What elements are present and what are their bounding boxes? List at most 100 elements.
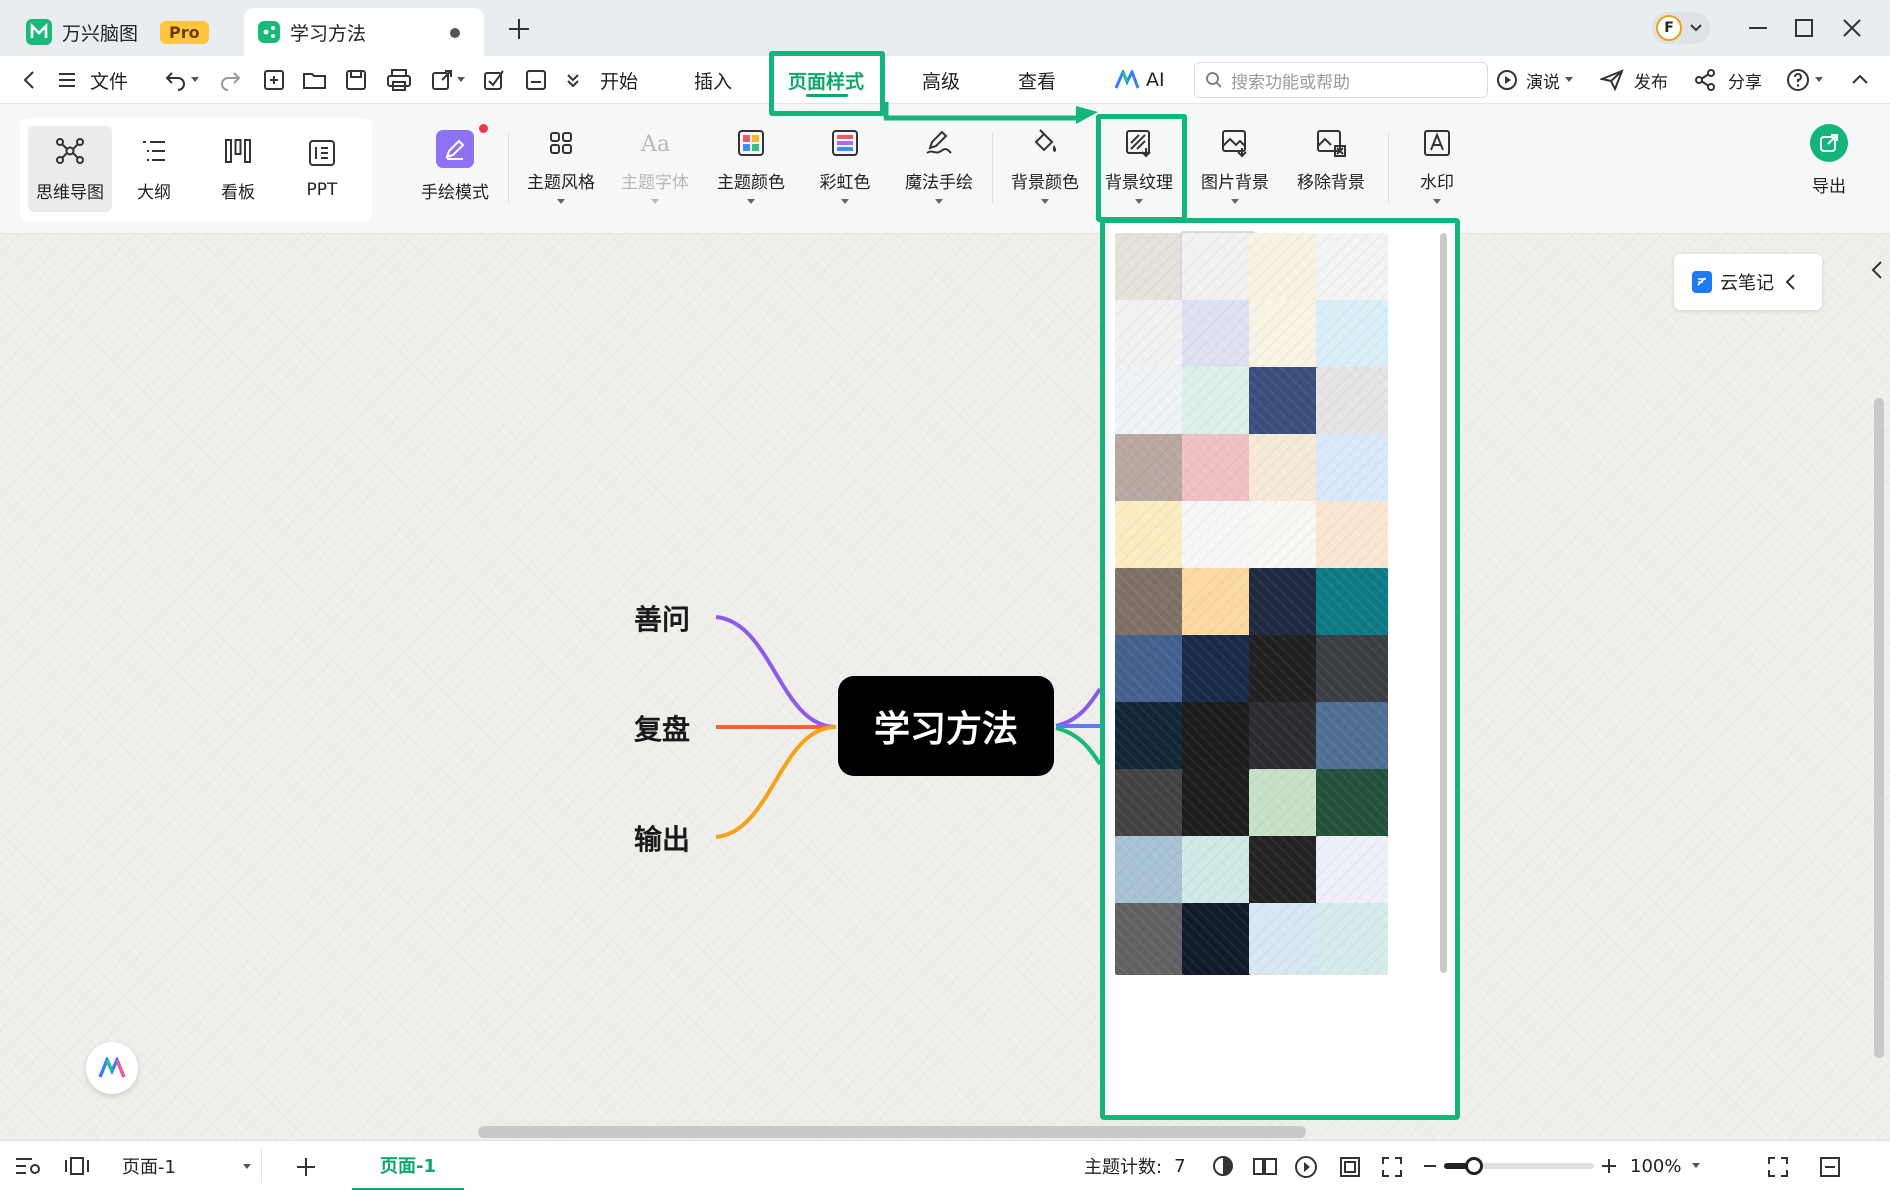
menu-start[interactable]: 开始 xyxy=(600,56,638,104)
help-button[interactable] xyxy=(1786,56,1824,104)
texture-swatch[interactable] xyxy=(1182,903,1254,975)
export-button[interactable]: 导出 xyxy=(1784,124,1874,197)
menu-insert[interactable]: 插入 xyxy=(694,56,732,104)
texture-swatch[interactable] xyxy=(1316,501,1388,573)
zoom-slider-handle[interactable] xyxy=(1465,1157,1483,1175)
texture-swatch[interactable] xyxy=(1115,635,1187,707)
task-icon[interactable] xyxy=(482,68,506,92)
texture-swatch[interactable] xyxy=(1316,568,1388,640)
texture-swatch[interactable] xyxy=(1316,300,1388,372)
page-panel-icon[interactable] xyxy=(64,1155,90,1177)
texture-swatch[interactable] xyxy=(1316,903,1388,975)
theme-font-button[interactable]: Aa 主题字体 xyxy=(610,128,700,204)
image-background-button[interactable]: 图片背景 xyxy=(1190,128,1280,204)
zoom-in-icon[interactable] xyxy=(1600,1157,1618,1175)
texture-swatch[interactable] xyxy=(1249,635,1321,707)
publish-button[interactable]: 发布 xyxy=(1600,56,1668,104)
texture-swatch[interactable] xyxy=(1182,434,1254,506)
fit-page-icon[interactable] xyxy=(1338,1155,1362,1179)
view-outline-button[interactable]: 大纲 xyxy=(112,126,196,212)
unsaved-dot-icon[interactable] xyxy=(450,28,460,38)
texture-swatch[interactable] xyxy=(1316,434,1388,506)
texture-swatch[interactable] xyxy=(1316,702,1388,774)
texture-swatch[interactable] xyxy=(1249,836,1321,908)
theme-icon[interactable] xyxy=(1212,1155,1234,1177)
side-panel-toggle[interactable] xyxy=(1864,240,1890,300)
texture-swatch[interactable] xyxy=(1182,702,1254,774)
vertical-scrollbar[interactable] xyxy=(1874,398,1884,1058)
theme-color-button[interactable]: 主题颜色 xyxy=(706,128,796,204)
texture-swatch[interactable] xyxy=(1115,769,1187,841)
texture-swatch[interactable] xyxy=(1115,367,1187,439)
remove-background-button[interactable]: 移除背景 xyxy=(1286,128,1376,193)
texture-swatch[interactable] xyxy=(1249,434,1321,506)
texture-swatch[interactable] xyxy=(1115,434,1187,506)
slideshow-icon[interactable] xyxy=(1294,1155,1318,1179)
branch-topic[interactable]: 复盘 xyxy=(634,708,690,748)
save-as-icon[interactable] xyxy=(524,68,548,92)
handdraw-mode-button[interactable]: 手绘模式 xyxy=(410,124,500,203)
rainbow-color-button[interactable]: 彩虹色 xyxy=(800,128,890,204)
account-button[interactable]: F xyxy=(1652,12,1710,44)
watermark-button[interactable]: 水印 xyxy=(1392,128,1482,204)
zoom-out-icon[interactable] xyxy=(1422,1161,1438,1171)
ai-assistant-button[interactable] xyxy=(86,1042,138,1094)
popup-scrollbar[interactable] xyxy=(1440,233,1447,973)
texture-swatch[interactable] xyxy=(1182,635,1254,707)
texture-swatch[interactable] xyxy=(1249,568,1321,640)
texture-swatch[interactable] xyxy=(1115,568,1187,640)
export-dropdown-icon[interactable] xyxy=(456,76,466,84)
fullscreen-icon[interactable] xyxy=(1766,1155,1790,1179)
open-folder-icon[interactable] xyxy=(302,68,328,92)
outline-panel-icon[interactable] xyxy=(14,1155,42,1177)
new-tab-icon[interactable] xyxy=(504,14,534,44)
add-page-icon[interactable] xyxy=(294,1155,318,1179)
collapse-ribbon-icon[interactable] xyxy=(1850,70,1870,90)
maximize-icon[interactable] xyxy=(1792,16,1816,40)
texture-swatch[interactable] xyxy=(1182,501,1254,573)
new-file-icon[interactable] xyxy=(262,68,286,92)
magic-draw-button[interactable]: 魔法手绘 xyxy=(894,128,984,204)
texture-swatch[interactable] xyxy=(1249,769,1321,841)
texture-swatch[interactable] xyxy=(1249,702,1321,774)
texture-swatch[interactable] xyxy=(1249,903,1321,975)
fit-screen-icon[interactable] xyxy=(1380,1155,1404,1179)
hamburger-icon[interactable] xyxy=(56,69,78,91)
texture-swatch[interactable] xyxy=(1316,836,1388,908)
present-button[interactable]: 演说 xyxy=(1496,56,1574,104)
texture-swatch[interactable] xyxy=(1316,635,1388,707)
close-icon[interactable] xyxy=(1840,16,1864,40)
texture-swatch[interactable] xyxy=(1182,568,1254,640)
texture-swatch[interactable] xyxy=(1182,769,1254,841)
theme-style-button[interactable]: 主题风格 xyxy=(516,128,606,204)
share-button[interactable]: 分享 xyxy=(1694,56,1762,104)
texture-swatch[interactable] xyxy=(1115,300,1187,372)
root-topic[interactable]: 学习方法 xyxy=(838,676,1054,776)
menu-ai[interactable]: AI xyxy=(1114,56,1165,104)
branch-topic[interactable]: 善问 xyxy=(634,598,690,638)
texture-swatch[interactable] xyxy=(1316,367,1388,439)
book-icon[interactable] xyxy=(1252,1155,1278,1177)
horizontal-scrollbar[interactable] xyxy=(478,1126,1306,1138)
texture-swatch[interactable] xyxy=(1182,367,1254,439)
redo-icon[interactable] xyxy=(218,69,242,91)
cloud-note-button[interactable]: 云笔记 xyxy=(1674,254,1822,310)
tab-document[interactable]: 学习方法 xyxy=(244,8,484,56)
branch-topic[interactable]: 输出 xyxy=(634,818,690,858)
collapse-panel-icon[interactable] xyxy=(1818,1155,1842,1179)
menu-advanced[interactable]: 高级 xyxy=(922,56,960,104)
search-input[interactable]: 搜索功能或帮助 xyxy=(1194,62,1488,98)
texture-swatch[interactable] xyxy=(1115,903,1187,975)
page-select[interactable]: 页面-1 xyxy=(112,1149,262,1183)
view-mindmap-button[interactable]: 思维导图 xyxy=(28,126,112,212)
texture-swatch[interactable] xyxy=(1249,300,1321,372)
texture-swatch[interactable] xyxy=(1249,233,1321,305)
menu-file[interactable]: 文件 xyxy=(90,56,128,104)
texture-swatch[interactable] xyxy=(1182,836,1254,908)
zoom-slider[interactable] xyxy=(1444,1157,1594,1175)
texture-swatch[interactable] xyxy=(1115,233,1187,305)
texture-swatch[interactable] xyxy=(1316,233,1388,305)
texture-swatch[interactable] xyxy=(1115,836,1187,908)
background-color-button[interactable]: 背景颜色 xyxy=(1000,128,1090,204)
back-icon[interactable] xyxy=(18,68,42,92)
